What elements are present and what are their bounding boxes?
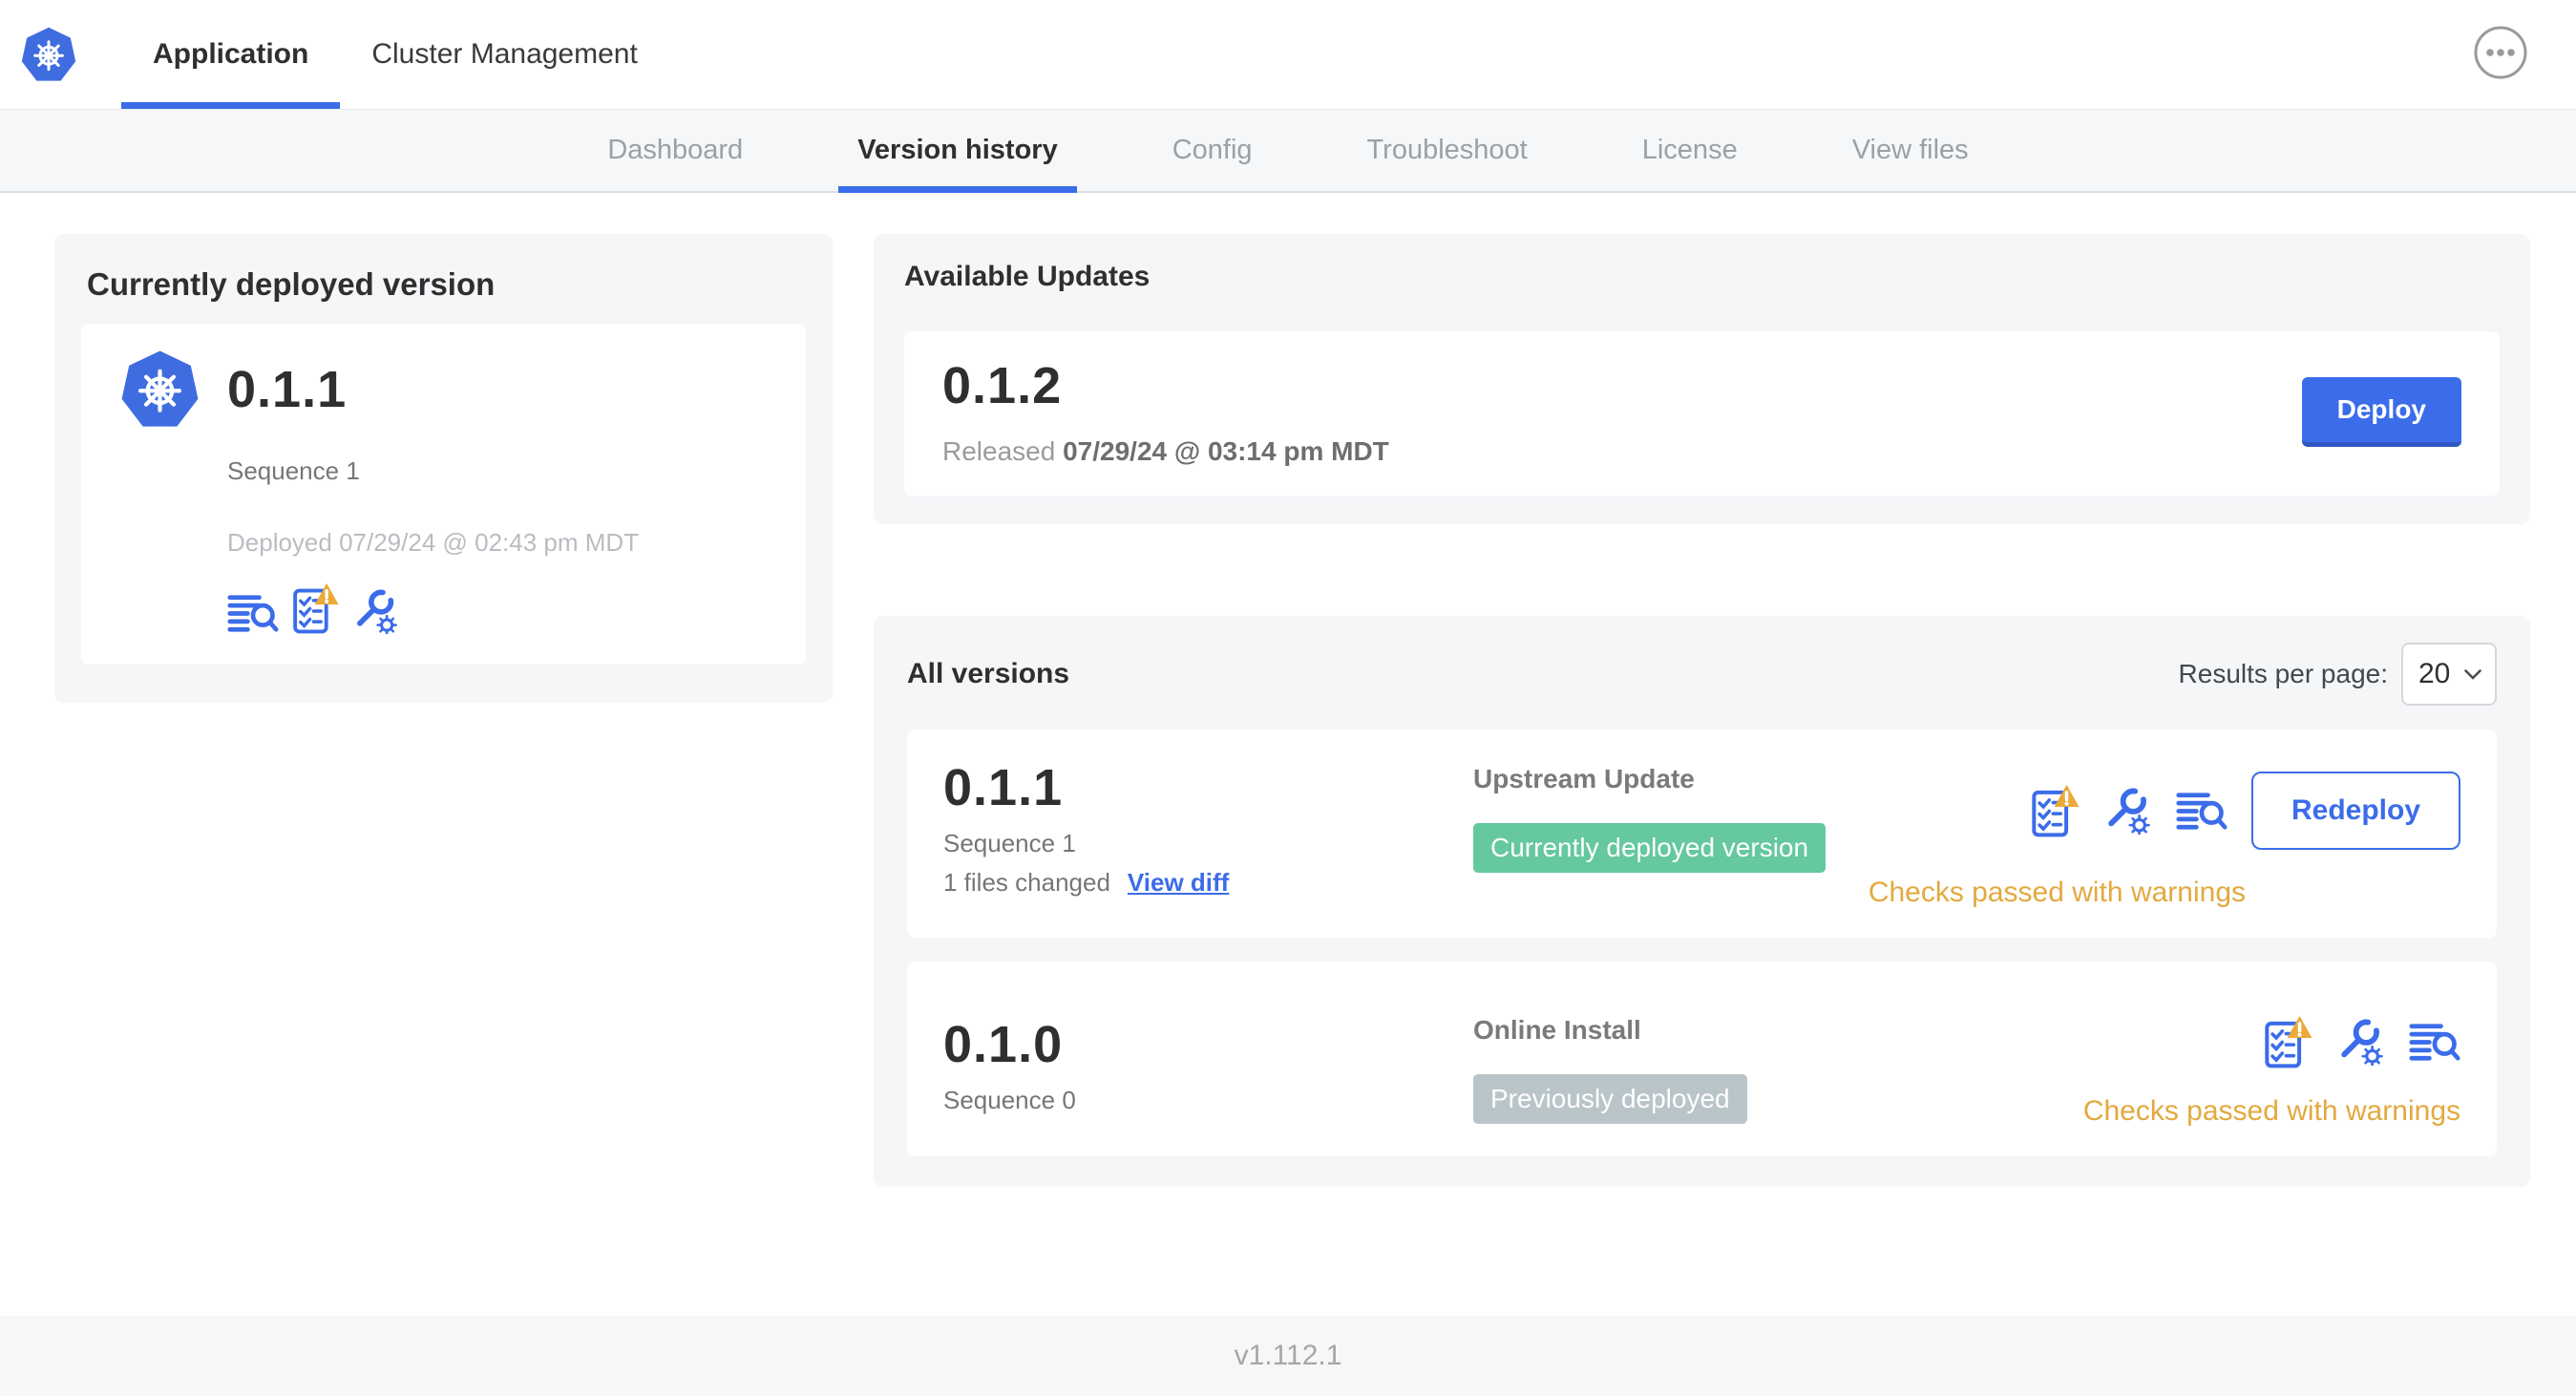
tab-version-history[interactable]: Version history	[838, 110, 1077, 193]
tab-troubleshoot[interactable]: Troubleshoot	[1348, 110, 1547, 191]
tab-config-label: Config	[1172, 135, 1253, 165]
diff-icon[interactable]	[227, 593, 279, 634]
tab-dashboard[interactable]: Dashboard	[588, 110, 762, 191]
kubernetes-logo-icon	[20, 26, 77, 83]
row-sequence-label: Sequence 0	[943, 1086, 1076, 1114]
row-sequence-label: Sequence 1	[943, 829, 1076, 857]
tab-application-label: Application	[153, 38, 309, 70]
deploy-button[interactable]: Deploy	[2301, 376, 2461, 447]
preflight-status-text: Checks passed with warnings	[1868, 877, 2246, 908]
tab-cluster-management[interactable]: Cluster Management	[340, 0, 668, 109]
deployed-version-box: 0.1.1 Sequence 1 Deployed 07/29/24 @ 02:…	[81, 324, 806, 665]
all-versions-card: All versions Results per page: 20 0.1.1 …	[874, 616, 2530, 1187]
preflight-checks-warning-icon[interactable]	[292, 582, 340, 634]
all-versions-title: All versions	[907, 658, 1070, 689]
deployed-version-number: 0.1.1	[227, 360, 348, 418]
brand-logo	[20, 0, 77, 109]
version-source-label: Upstream Update	[1473, 764, 1695, 793]
app-switcher-tabs: Application Cluster Management	[121, 0, 669, 109]
tab-troubleshoot-label: Troubleshoot	[1366, 135, 1528, 165]
results-per-page-value: 20	[2418, 658, 2451, 689]
config-icon[interactable]	[2337, 1018, 2385, 1066]
tab-dashboard-label: Dashboard	[607, 135, 744, 165]
tab-config[interactable]: Config	[1153, 110, 1272, 191]
deployed-timestamp: Deployed 07/29/24 @ 02:43 pm MDT	[227, 528, 640, 557]
released-label: Released	[942, 436, 1056, 466]
version-row: 0.1.1 Sequence 1 1 files changed View di…	[907, 730, 2497, 938]
results-per-page-select[interactable]: 20	[2401, 643, 2497, 706]
overflow-menu-button[interactable]	[2471, 23, 2530, 82]
ellipsis-icon	[2474, 26, 2527, 79]
currently-deployed-title: Currently deployed version	[87, 266, 496, 302]
row-actions: Redeploy	[2031, 772, 2460, 850]
deployed-version-actions	[227, 582, 768, 634]
top-nav-bar: Application Cluster Management	[0, 0, 2576, 110]
available-updates-card: Available Updates 0.1.2 Released 07/29/2…	[874, 234, 2530, 524]
update-version-number: 0.1.2	[942, 357, 1063, 414]
available-updates-title: Available Updates	[904, 261, 1151, 292]
console-version-text: v1.112.1	[1234, 1340, 1342, 1371]
released-timestamp: Released 07/29/24 @ 03:14 pm MDT	[942, 436, 1389, 467]
results-per-page-control: Results per page: 20	[2179, 643, 2497, 706]
chevron-down-icon	[2464, 668, 2481, 680]
redeploy-button[interactable]: Redeploy	[2250, 772, 2460, 850]
tab-license-label: License	[1641, 135, 1738, 165]
released-date: 07/29/24 @ 03:14 pm MDT	[1063, 436, 1389, 466]
right-column: Available Updates 0.1.2 Released 07/29/2…	[874, 234, 2530, 1187]
tab-application[interactable]: Application	[121, 0, 341, 109]
deployed-sequence-label: Sequence 1	[227, 456, 360, 485]
tab-cluster-management-label: Cluster Management	[371, 38, 638, 70]
config-icon[interactable]	[353, 588, 399, 634]
preflight-checks-warning-icon[interactable]	[2031, 784, 2080, 837]
page-footer: v1.112.1	[0, 1316, 2576, 1396]
diff-icon[interactable]	[2409, 1022, 2460, 1063]
deployment-status-badge: Currently deployed version	[1473, 823, 1826, 873]
tab-version-history-label: Version history	[857, 135, 1058, 165]
kubernetes-app-icon	[119, 349, 201, 430]
version-source-label: Online Install	[1473, 1015, 1641, 1045]
tab-view-files-label: View files	[1851, 135, 1969, 165]
currently-deployed-card: Currently deployed version 0.1.1 Sequenc…	[54, 234, 833, 703]
version-history-page: Currently deployed version 0.1.1 Sequenc…	[0, 193, 2576, 1316]
results-per-page-label: Results per page:	[2178, 659, 2388, 688]
row-version-number: 0.1.1	[943, 759, 1064, 816]
row-version-number: 0.1.0	[943, 1016, 1064, 1073]
tab-license[interactable]: License	[1623, 110, 1757, 191]
config-icon[interactable]	[2104, 787, 2152, 835]
diff-icon[interactable]	[2176, 791, 2228, 832]
files-changed-label: 1 files changed	[943, 868, 1110, 897]
tab-view-files[interactable]: View files	[1833, 110, 1988, 191]
available-update-row: 0.1.2 Released 07/29/24 @ 03:14 pm MDT D…	[904, 331, 2500, 496]
version-row: 0.1.0 Sequence 0 Online Install Previous…	[907, 962, 2497, 1156]
deployment-status-badge: Previously deployed	[1473, 1074, 1747, 1124]
row-actions	[2264, 1015, 2460, 1068]
preflight-checks-warning-icon[interactable]	[2264, 1015, 2313, 1068]
preflight-status-text: Checks passed with warnings	[2082, 1095, 2460, 1127]
application-subnav: Dashboard Version history Config Trouble…	[0, 110, 2576, 193]
view-diff-link[interactable]: View diff	[1128, 868, 1229, 898]
